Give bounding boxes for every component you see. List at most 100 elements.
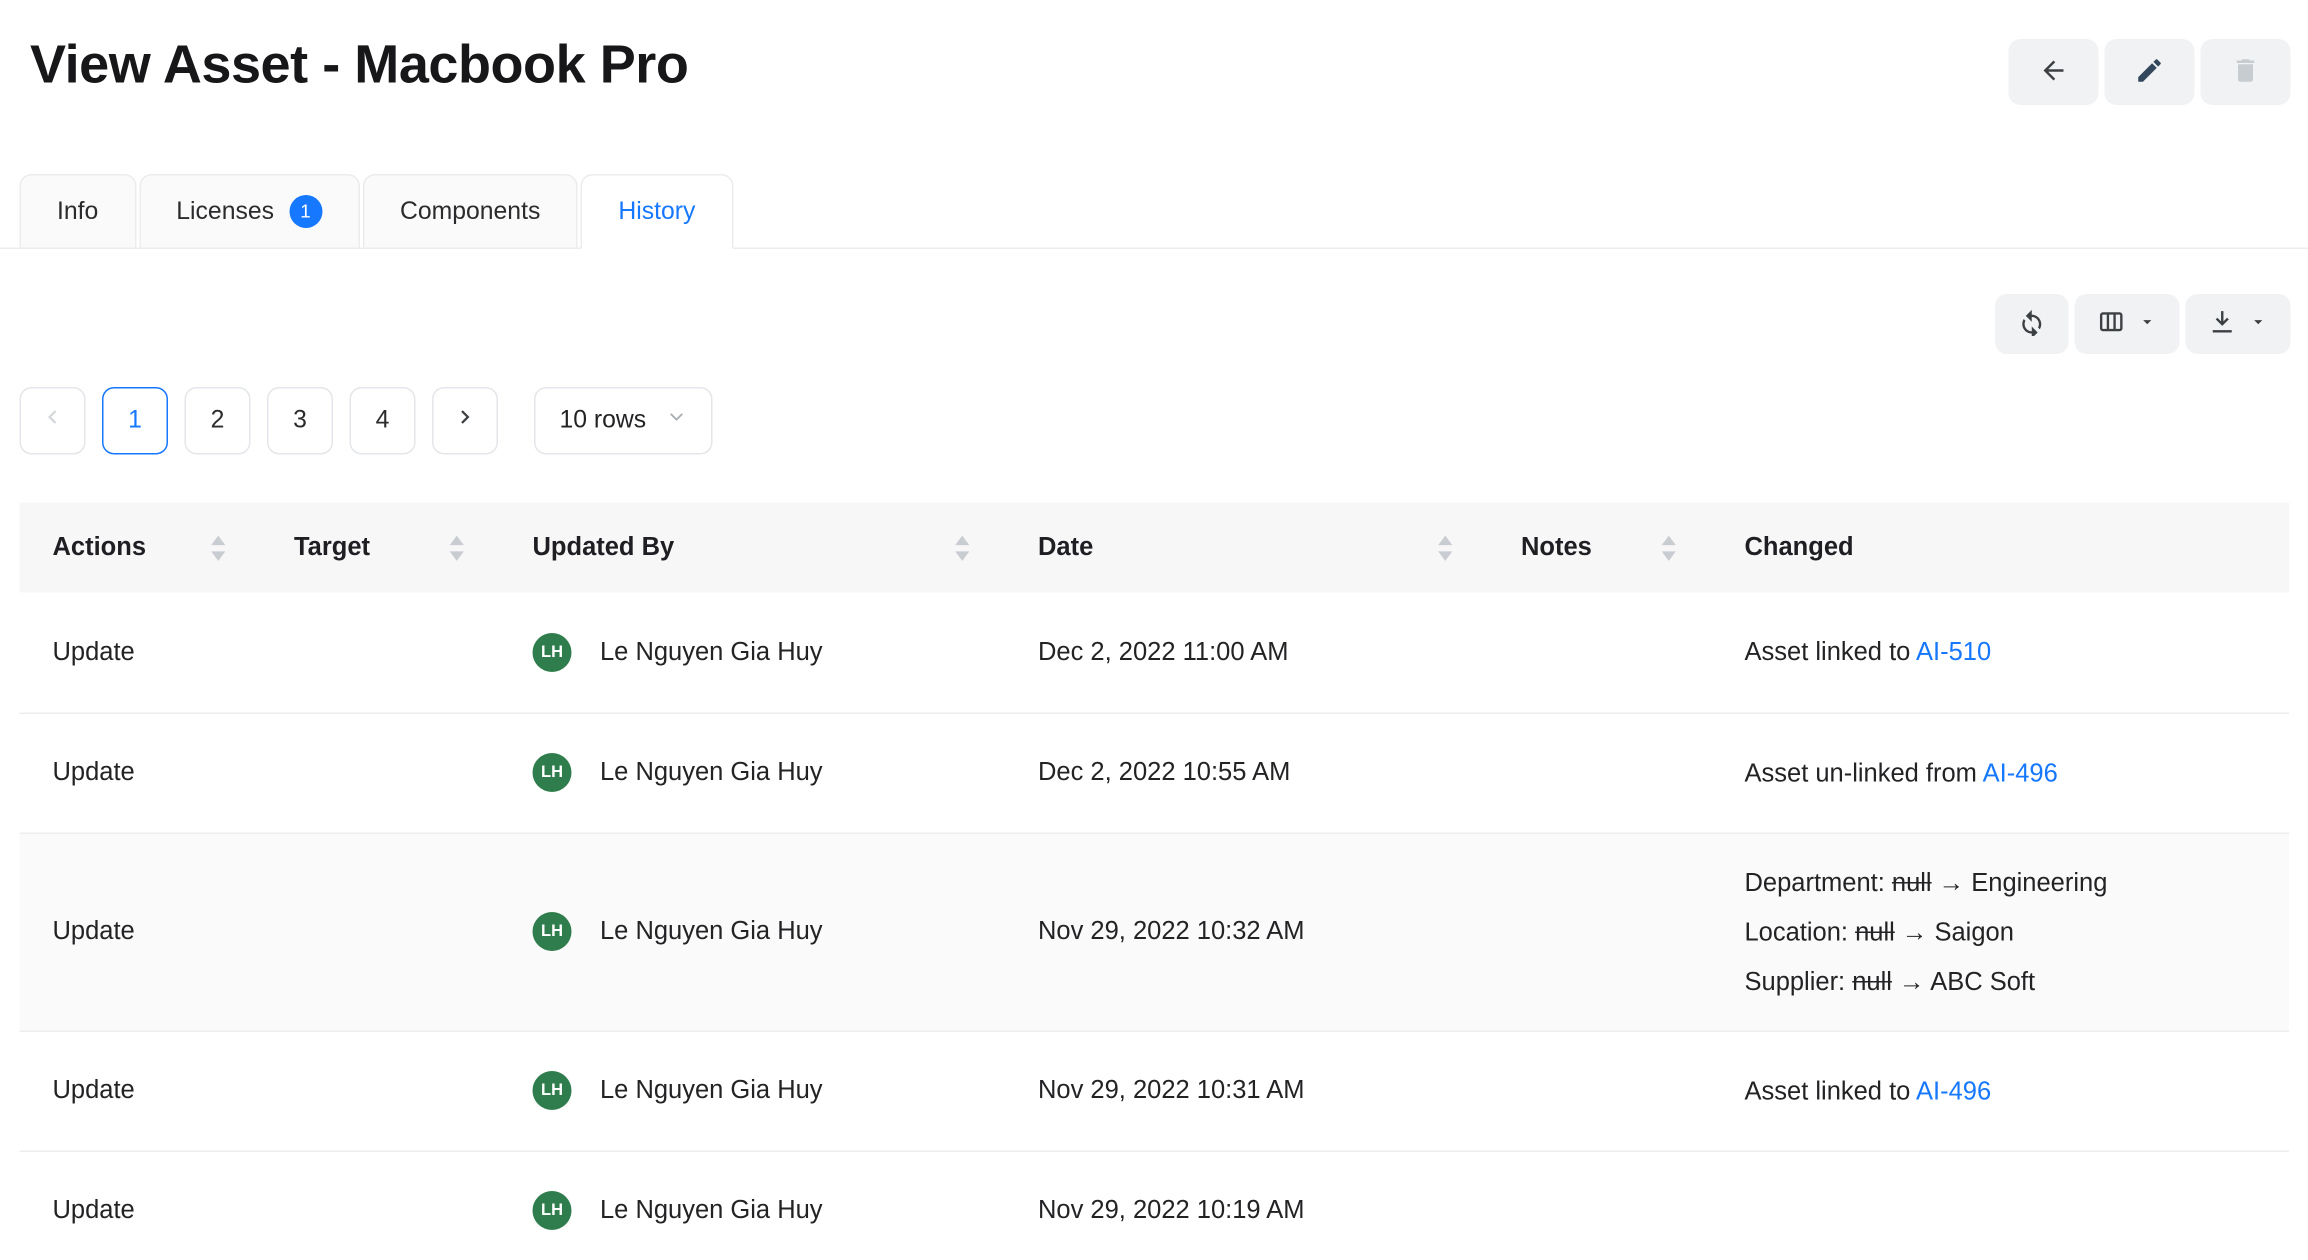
chevron-down-icon — [666, 407, 687, 436]
table-row: UpdateLHLe Nguyen Gia HuyNov 29, 2022 10… — [20, 1151, 2290, 1260]
columns-settings-button[interactable] — [2075, 294, 2180, 354]
changed-asset-link[interactable]: AI-496 — [1983, 758, 2058, 787]
cell-notes — [1488, 1031, 1712, 1151]
header-actions — [2009, 39, 2291, 105]
user: LH Le Nguyen Gia Huy — [533, 753, 973, 792]
column-header-updated-by[interactable]: Updated By — [500, 503, 1006, 593]
cell-date: Nov 29, 2022 10:31 AM — [1005, 1031, 1488, 1151]
cell-notes — [1488, 1151, 1712, 1260]
column-label: Changed — [1745, 533, 1854, 563]
tab-components[interactable]: Components — [362, 174, 577, 249]
chevron-down-icon — [2249, 312, 2269, 336]
history-table: Actions Target Updated By Date Notes — [20, 503, 2290, 1260]
column-header-date[interactable]: Date — [1005, 503, 1488, 593]
changed-text: Supplier: — [1745, 967, 1853, 996]
page-size-select[interactable]: 10 rows — [534, 387, 712, 455]
column-label: Date — [1038, 533, 1093, 563]
tab-history[interactable]: History — [581, 174, 733, 249]
pencil-icon — [2135, 55, 2165, 90]
tab-licenses[interactable]: Licenses 1 — [139, 174, 360, 249]
changed-asset-link[interactable]: AI-496 — [1916, 1076, 1991, 1105]
cell-notes — [1488, 833, 1712, 1031]
page-button-1[interactable]: 1 — [102, 387, 168, 455]
prev-page-button[interactable] — [20, 387, 86, 455]
avatar: LH — [533, 1191, 572, 1230]
table-toolbar — [0, 249, 2308, 354]
changed-text: → Saigon — [1895, 917, 2014, 946]
next-page-button[interactable] — [432, 387, 498, 455]
changed-text: → Engineering — [1932, 868, 2108, 897]
tab-label: Components — [400, 197, 540, 226]
back-arrow-icon — [2039, 55, 2069, 90]
chevron-right-icon — [452, 404, 479, 439]
cell-changed — [1712, 1151, 2290, 1260]
page-button-4[interactable]: 4 — [350, 387, 416, 455]
sort-icon[interactable] — [1436, 532, 1456, 564]
sort-icon[interactable] — [1659, 532, 1679, 564]
back-button[interactable] — [2009, 39, 2099, 105]
cell-actions: Update — [20, 1151, 262, 1260]
user: LHLe Nguyen Gia Huy — [533, 1191, 973, 1230]
column-label: Actions — [53, 533, 147, 563]
edit-button[interactable] — [2105, 39, 2195, 105]
table-row: UpdateLHLe Nguyen Gia HuyDec 2, 2022 10:… — [20, 713, 2290, 833]
table-header: Actions Target Updated By Date Notes — [20, 503, 2290, 593]
table-row: Update LH Le Nguyen Gia Huy Nov 29, 2022 10… — [20, 1031, 2290, 1151]
tab-info[interactable]: Info — [20, 174, 136, 249]
avatar: LH — [533, 633, 572, 672]
sort-icon[interactable] — [447, 532, 467, 564]
cell-changed: Asset linked to AI-510 — [1712, 593, 2290, 713]
page-button-3[interactable]: 3 — [267, 387, 333, 455]
export-download-button[interactable] — [2186, 294, 2291, 354]
changed-asset-link[interactable]: AI-510 — [1916, 638, 1991, 667]
changed-text: Department: — [1745, 868, 1892, 897]
cell-actions: Update — [20, 833, 262, 1031]
cell-notes — [1488, 713, 1712, 833]
chevron-left-icon — [39, 404, 66, 439]
changed-line: Asset un-linked from AI-496 — [1745, 748, 2257, 798]
cell-changed: Department: null → EngineeringLocation: … — [1712, 833, 2290, 1031]
cell-target — [261, 1031, 500, 1151]
changed-old-value: null — [1855, 917, 1895, 946]
changed-line: Department: null → Engineering — [1745, 857, 2257, 907]
changed-text: → ABC Soft — [1892, 967, 2035, 996]
chevron-down-icon — [2138, 312, 2158, 336]
page-button-2[interactable]: 2 — [185, 387, 251, 455]
tab-label: History — [618, 197, 695, 226]
changed-line: Location: null → Saigon — [1745, 907, 2257, 957]
download-icon — [2208, 308, 2237, 341]
column-header-actions[interactable]: Actions — [20, 503, 262, 593]
cell-actions: Update — [20, 1031, 262, 1151]
page-size-label: 10 rows — [560, 407, 647, 436]
cell-date: Dec 2, 2022 11:00 AM — [1005, 593, 1488, 713]
user: LH Le Nguyen Gia Huy — [533, 1071, 973, 1110]
refresh-icon — [2018, 308, 2047, 341]
changed-old-value: null — [1892, 868, 1932, 897]
avatar: LH — [533, 753, 572, 792]
cell-target — [261, 833, 500, 1031]
column-label: Target — [294, 533, 370, 563]
changed-line: Supplier: null → ABC Soft — [1745, 956, 2257, 1006]
cell-updated-by: LH Le Nguyen Gia Huy — [500, 713, 1006, 833]
user-name: Le Nguyen Gia Huy — [600, 1076, 823, 1106]
cell-updated-by: LHLe Nguyen Gia Huy — [500, 1151, 1006, 1260]
user: LHLe Nguyen Gia Huy — [533, 912, 973, 951]
changed-text: Asset un-linked from — [1745, 758, 1983, 787]
sort-icon[interactable] — [209, 532, 229, 564]
column-header-target[interactable]: Target — [261, 503, 500, 593]
licenses-count-badge: 1 — [289, 195, 322, 228]
column-header-notes[interactable]: Notes — [1488, 503, 1712, 593]
page-header: View Asset - Macbook Pro — [0, 0, 2308, 105]
user-name: Le Nguyen Gia Huy — [600, 758, 823, 788]
column-label: Notes — [1521, 533, 1592, 563]
avatar: LH — [533, 1071, 572, 1110]
cell-updated-by: LHLe Nguyen Gia Huy — [500, 833, 1006, 1031]
column-header-changed: Changed — [1712, 503, 2290, 593]
cell-updated-by: LHLe Nguyen Gia Huy — [500, 593, 1006, 713]
delete-button[interactable] — [2201, 39, 2291, 105]
cell-changed: Asset un-linked from AI-496 — [1712, 713, 2290, 833]
refresh-button[interactable] — [1995, 294, 2069, 354]
sort-icon[interactable] — [953, 532, 973, 564]
changed-line: Asset linked to AI-496 — [1745, 1066, 2257, 1116]
changed-line: Asset linked to AI-510 — [1745, 627, 2257, 677]
